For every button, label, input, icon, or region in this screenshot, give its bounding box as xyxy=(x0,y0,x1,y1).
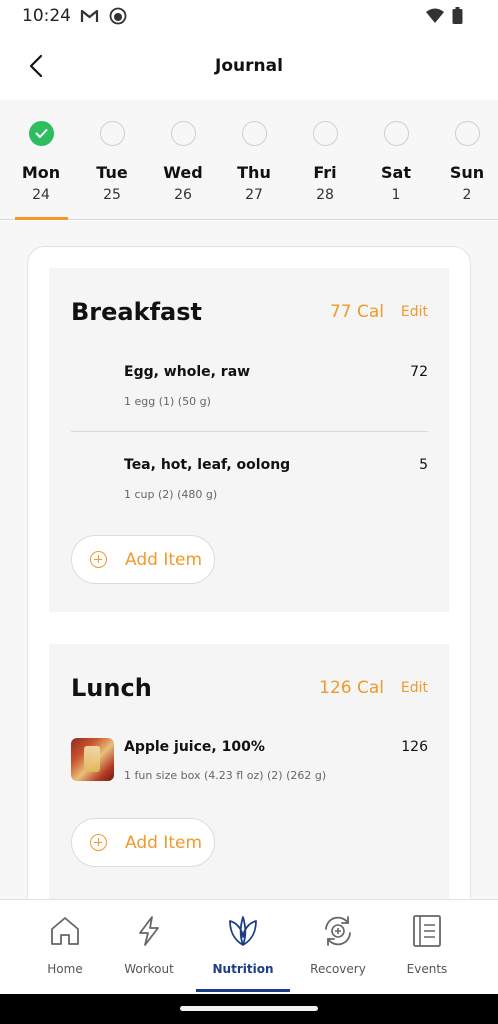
food-serving: 1 egg (1) (50 g) xyxy=(124,395,211,408)
day-name: Wed xyxy=(163,163,203,182)
gmail-icon xyxy=(80,7,99,29)
home-icon xyxy=(51,917,79,945)
status-time: 10:24 xyxy=(22,6,71,26)
bottom-navigation: Home Workout Nutrition Recovery Events xyxy=(0,899,498,994)
meal-title: Lunch xyxy=(71,674,152,702)
edit-button[interactable]: Edit xyxy=(401,680,428,696)
app-bar: Journal xyxy=(0,34,498,100)
recovery-icon xyxy=(325,916,351,946)
battery-icon xyxy=(452,7,463,29)
meals-card: Breakfast 77 Cal Edit Egg, whole, raw 1 … xyxy=(27,246,471,899)
nav-workout[interactable]: Workout xyxy=(104,900,194,995)
meal-breakfast: Breakfast 77 Cal Edit Egg, whole, raw 1 … xyxy=(49,268,449,612)
day-tue[interactable]: Tue 25 xyxy=(82,100,142,220)
selected-day-indicator xyxy=(15,217,68,220)
food-calories: 126 xyxy=(401,739,428,755)
day-name: Sat xyxy=(381,163,411,182)
meal-lunch: Lunch 126 Cal Edit Apple juice, 100% 1 f… xyxy=(49,644,449,899)
meal-title: Breakfast xyxy=(71,298,202,326)
day-fri[interactable]: Fri 28 xyxy=(295,100,355,220)
edit-button[interactable]: Edit xyxy=(401,304,428,320)
day-name: Mon xyxy=(21,163,61,182)
day-date: 1 xyxy=(391,187,401,203)
empty-circle-icon xyxy=(171,121,196,146)
meal-calories: 77 Cal xyxy=(329,302,384,322)
empty-circle-icon xyxy=(100,121,125,146)
food-calories: 72 xyxy=(410,364,428,380)
wifi-icon xyxy=(425,7,445,29)
nav-label: Events xyxy=(406,962,448,976)
status-bar: 10:24 xyxy=(0,0,498,34)
home-gesture-bar[interactable] xyxy=(180,1006,318,1011)
empty-circle-icon xyxy=(242,121,267,146)
day-date: 28 xyxy=(316,187,334,203)
plus-circle-icon xyxy=(90,551,107,568)
food-serving: 1 cup (2) (480 g) xyxy=(124,488,218,501)
empty-circle-icon xyxy=(313,121,338,146)
nav-label: Nutrition xyxy=(212,962,274,976)
day-name: Thu xyxy=(237,163,271,182)
plus-circle-icon xyxy=(90,834,107,851)
day-name: Sun xyxy=(449,163,485,182)
day-name: Tue xyxy=(96,163,128,182)
food-name: Egg, whole, raw xyxy=(124,364,251,380)
nav-active-indicator xyxy=(196,989,290,992)
empty-circle-icon xyxy=(455,121,480,146)
day-selector: Mon 24 Tue 25 Wed 26 Thu 27 Fri 28 Sat 1… xyxy=(0,100,498,220)
food-serving: 1 fun size box (4.23 fl oz) (2) (262 g) xyxy=(124,769,327,782)
empty-circle-icon xyxy=(384,121,409,146)
day-mon[interactable]: Mon 24 xyxy=(11,100,71,220)
nav-label: Recovery xyxy=(310,962,366,976)
check-icon xyxy=(29,121,54,146)
nav-label: Workout xyxy=(124,962,174,976)
system-navigation-bar xyxy=(0,994,498,1024)
day-sat[interactable]: Sat 1 xyxy=(366,100,426,220)
add-item-label: Add Item xyxy=(125,550,203,570)
add-item-button[interactable]: Add Item xyxy=(71,535,215,584)
food-thumbnail xyxy=(71,738,114,781)
food-name: Tea, hot, leaf, oolong xyxy=(124,457,291,473)
day-date: 25 xyxy=(103,187,121,203)
events-icon xyxy=(413,915,441,947)
food-name: Apple juice, 100% xyxy=(124,739,265,755)
nav-nutrition[interactable]: Nutrition xyxy=(198,900,288,995)
food-calories: 5 xyxy=(419,457,428,473)
nav-recovery[interactable]: Recovery xyxy=(293,900,383,995)
lightning-icon xyxy=(139,916,159,946)
meal-calories: 126 Cal xyxy=(319,678,384,698)
add-item-label: Add Item xyxy=(125,833,203,853)
day-date: 2 xyxy=(462,187,472,203)
nav-events[interactable]: Events xyxy=(382,900,472,995)
journal-content[interactable]: Breakfast 77 Cal Edit Egg, whole, raw 1 … xyxy=(0,221,498,899)
day-wed[interactable]: Wed 26 xyxy=(153,100,213,220)
day-thu[interactable]: Thu 27 xyxy=(224,100,284,220)
day-date: 26 xyxy=(174,187,192,203)
add-item-button[interactable]: Add Item xyxy=(71,818,215,867)
day-name: Fri xyxy=(313,163,337,182)
day-sun[interactable]: Sun 2 xyxy=(437,100,497,220)
divider xyxy=(71,431,428,432)
day-date: 27 xyxy=(245,187,263,203)
nav-home[interactable]: Home xyxy=(20,900,110,995)
notification-face-icon xyxy=(109,7,127,29)
day-date: 24 xyxy=(32,187,50,203)
leaf-icon xyxy=(229,916,257,946)
page-title: Journal xyxy=(215,56,283,76)
nav-label: Home xyxy=(47,962,83,976)
